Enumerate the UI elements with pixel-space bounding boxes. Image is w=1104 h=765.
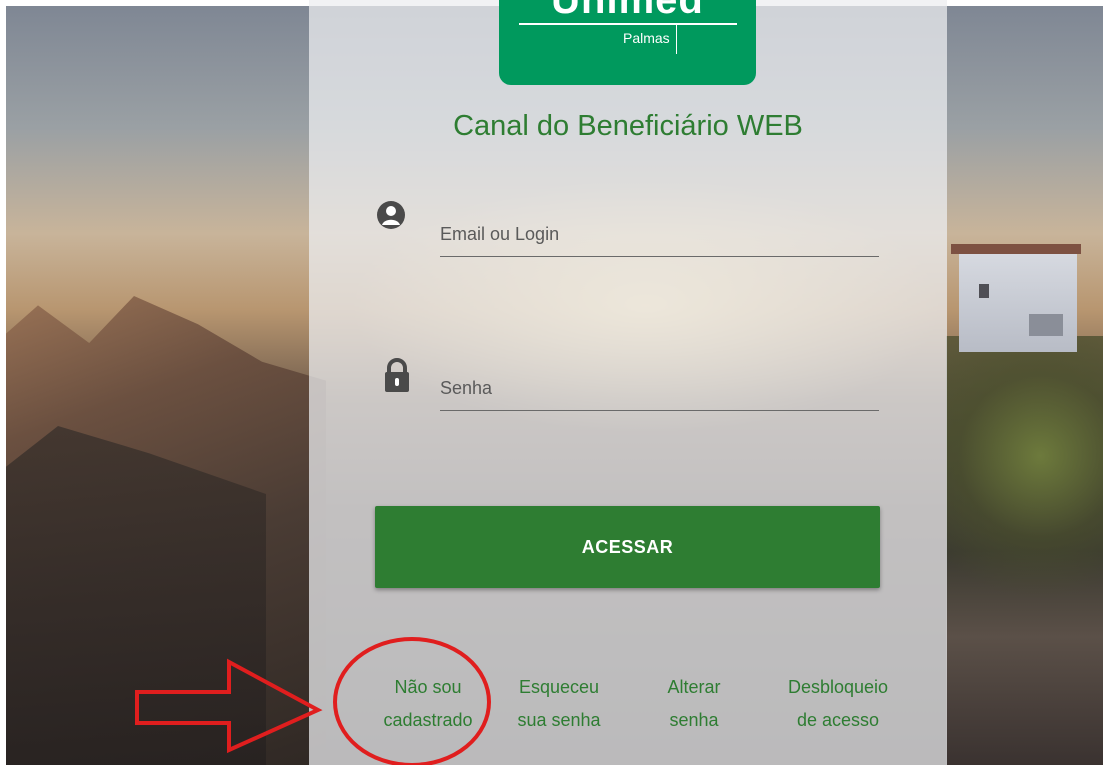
house-illustration [951, 244, 1081, 354]
forgot-password-link[interactable]: Esqueceu sua senha [498, 671, 620, 737]
house-wall [959, 254, 1077, 352]
house-roof [951, 244, 1081, 254]
change-password-link-line1: Alterar [667, 677, 721, 697]
submit-button[interactable]: ACESSAR [375, 506, 880, 588]
page-title: Canal do Beneficiário WEB [453, 110, 803, 142]
register-link[interactable]: Não sou cadastrado [372, 671, 484, 737]
password-input[interactable] [440, 366, 879, 411]
house-window [979, 284, 989, 298]
unblock-access-link-line2: de acesso [796, 710, 880, 730]
logo-rule [519, 23, 737, 25]
logo-unit: Palmas [623, 30, 670, 46]
house-door [1029, 314, 1063, 336]
foliage-right [946, 336, 1103, 636]
forgot-password-link-line1: Esqueceu [518, 677, 600, 697]
change-password-link-line2: senha [669, 710, 719, 730]
unimed-logo: Unimed Palmas [499, 0, 756, 85]
forgot-password-link-line2: sua senha [517, 710, 601, 730]
unblock-access-link-line1: Desbloqueio [787, 677, 889, 697]
email-input[interactable] [440, 212, 879, 257]
change-password-link[interactable]: Alterar senha [648, 671, 740, 737]
register-link-line1: Não sou [394, 677, 462, 697]
logo-brand: Unimed [551, 0, 704, 22]
unblock-access-link[interactable]: Desbloqueio de acesso [768, 671, 908, 737]
logo-divider [676, 24, 677, 54]
user-circle-icon [377, 201, 405, 229]
register-link-line2: cadastrado [383, 710, 473, 730]
lock-icon [385, 358, 409, 392]
